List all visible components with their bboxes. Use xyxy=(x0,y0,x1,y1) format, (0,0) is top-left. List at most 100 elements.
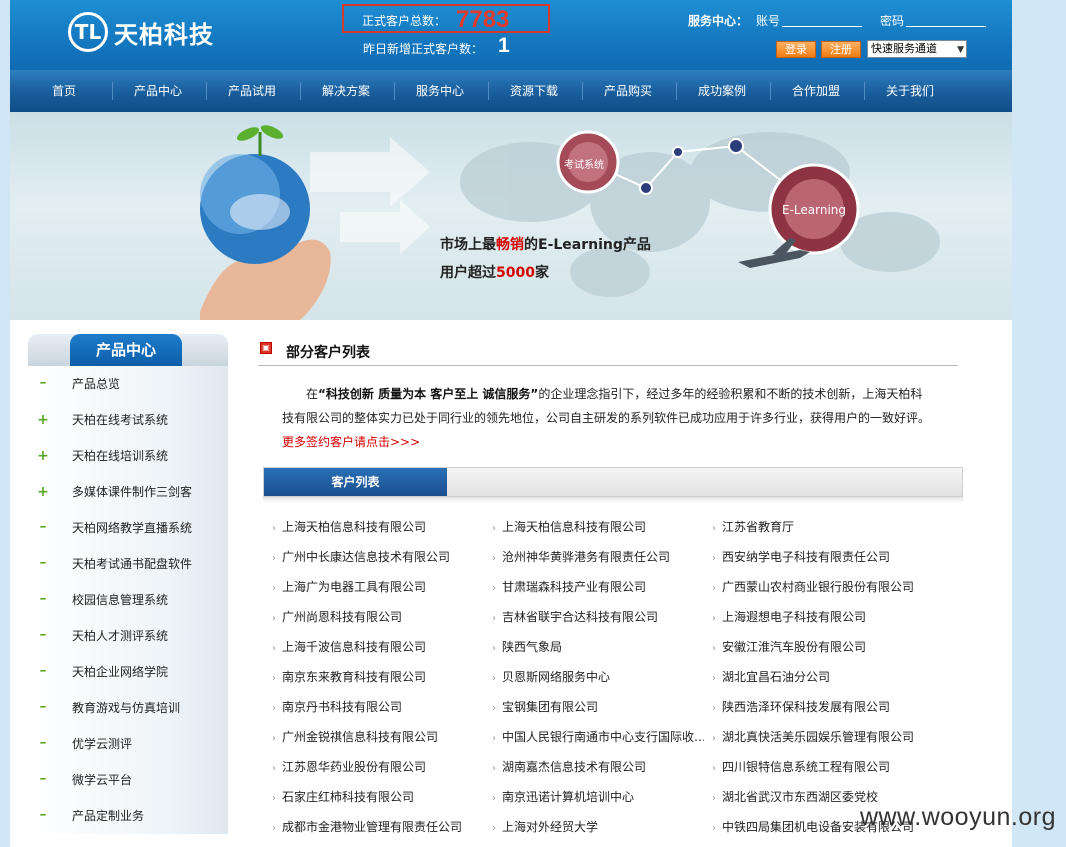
sidebar-item-label: 天柏人才测评系统 xyxy=(72,629,169,643)
elearning-node-label: E-Learning xyxy=(782,203,847,217)
customer-item[interactable]: 上海遐想电子科技有限公司 xyxy=(712,608,924,625)
register-button[interactable]: 注册 xyxy=(821,41,861,58)
slogan-text: 的E-Learning产品 xyxy=(524,237,651,253)
nav-item-products[interactable]: 产品中心 xyxy=(111,70,205,112)
minus-icon: ━ xyxy=(40,703,46,713)
customer-item[interactable]: 广州尚恩科技有限公司 xyxy=(272,608,484,625)
hero-banner[interactable]: 考试系统 E-Learning 市场上最畅销的E-Learning产品 用户超过… xyxy=(10,112,1012,320)
sidebar-item-label: 天柏企业网络学院 xyxy=(72,665,169,679)
customer-item[interactable]: 上海天柏信息科技有限公司 xyxy=(492,518,704,535)
header: TL 天柏科技 正式客户总数： 7783 昨日新增正式客户数： 1 服务中心： … xyxy=(10,0,1012,70)
customer-item[interactable]: 安徽江淮汽车股份有限公司 xyxy=(712,638,924,655)
minus-icon: ━ xyxy=(40,595,46,605)
nav-item-about[interactable]: 关于我们 xyxy=(863,70,957,112)
sidebar-item[interactable]: ━ 天柏人才测评系统 xyxy=(28,618,228,654)
customer-item[interactable]: 西安纳学电子科技有限责任公司 xyxy=(712,548,924,565)
nav-item-trial[interactable]: 产品试用 xyxy=(205,70,299,112)
password-input[interactable] xyxy=(906,26,986,27)
sidebar-item[interactable]: + 天柏在线考试系统 xyxy=(28,402,228,438)
minus-icon: ━ xyxy=(40,811,46,821)
customer-item[interactable]: 江苏省教育厅 xyxy=(712,518,924,535)
customer-item[interactable]: 广西蒙山农村商业银行股份有限公司 xyxy=(712,578,924,595)
sidebar-item[interactable]: ━ 微学云平台 xyxy=(28,762,228,798)
customer-item[interactable]: 广州金锐祺信息科技有限公司 xyxy=(272,728,484,745)
login-button[interactable]: 登录 xyxy=(776,41,816,58)
customer-item[interactable]: 湖北真快活美乐园娱乐管理有限公司 xyxy=(712,728,924,745)
sidebar-list: ━ 产品总览 + 天柏在线考试系统 + 天柏在线培训系统 + 多媒体课件制作三剑客 ━ 天柏网络教… xyxy=(28,366,228,834)
quick-service-select[interactable]: 快速服务通道 ▼ xyxy=(867,40,967,58)
customer-item[interactable]: 湖北宜昌石油分公司 xyxy=(712,668,924,685)
account-input[interactable] xyxy=(782,26,862,27)
sidebar-item-label: 优学云测评 xyxy=(72,737,133,751)
sidebar-item[interactable]: + 天柏在线培训系统 xyxy=(28,438,228,474)
minus-icon: ━ xyxy=(40,523,46,533)
customer-item[interactable]: 广州中长康达信息技术有限公司 xyxy=(272,548,484,565)
customer-item[interactable]: 沧州神华黄骅港务有限责任公司 xyxy=(492,548,704,565)
plus-icon: + xyxy=(37,448,49,464)
sidebar-item[interactable]: ━ 天柏网络教学直播系统 xyxy=(28,510,228,546)
logo-text: 天柏科技 xyxy=(114,20,214,49)
customer-item[interactable]: 上海千波信息科技有限公司 xyxy=(272,638,484,655)
sidebar-item-label: 天柏网络教学直播系统 xyxy=(72,521,193,535)
sidebar-item[interactable]: + 多媒体课件制作三剑客 xyxy=(28,474,228,510)
customer-list-tab[interactable]: 客户列表 xyxy=(264,468,447,496)
customer-item[interactable]: 陕西浩泽环保科技发展有限公司 xyxy=(712,698,924,715)
total-customers-label: 正式客户总数： xyxy=(362,14,447,28)
plus-icon: + xyxy=(37,412,49,428)
minus-icon: ━ xyxy=(40,631,46,641)
minus-icon: ━ xyxy=(40,739,46,749)
nav-item-solutions[interactable]: 解决方案 xyxy=(299,70,393,112)
customer-item[interactable]: 湖南嘉杰信息技术有限公司 xyxy=(492,758,704,775)
customer-item[interactable]: 贝恩斯网络服务中心 xyxy=(492,668,704,685)
customer-item[interactable]: 四川银特信息系统工程有限公司 xyxy=(712,758,924,775)
intro-text: 在 xyxy=(306,387,319,401)
customer-item[interactable]: 甘肃瑞森科技产业有限公司 xyxy=(492,578,704,595)
customer-item[interactable]: 上海广为电器工具有限公司 xyxy=(272,578,484,595)
sidebar-item[interactable]: ━ 校园信息管理系统 xyxy=(28,582,228,618)
customer-item[interactable]: 南京东来教育科技有限公司 xyxy=(272,668,484,685)
nav-item-cases[interactable]: 成功案例 xyxy=(675,70,769,112)
total-customers-value: 7783 xyxy=(456,6,510,33)
nav-item-partners[interactable]: 合作加盟 xyxy=(769,70,863,112)
nav-item-service[interactable]: 服务中心 xyxy=(393,70,487,112)
sidebar-item[interactable]: ━ 优学云测评 xyxy=(28,726,228,762)
sidebar-item[interactable]: ━ 教育游戏与仿真培训 xyxy=(28,690,228,726)
sidebar-item[interactable]: ━ 产品定制业务 xyxy=(28,798,228,834)
customer-item[interactable]: 陕西气象局 xyxy=(492,638,704,655)
nav-item-purchase[interactable]: 产品购买 xyxy=(581,70,675,112)
customer-item[interactable]: 石家庄红柿科技有限公司 xyxy=(272,788,484,805)
sidebar-item[interactable]: ━ 天柏企业网络学院 xyxy=(28,654,228,690)
sidebar-item-label: 天柏在线考试系统 xyxy=(72,413,169,427)
chevron-down-icon: ▼ xyxy=(957,45,964,55)
customer-item[interactable]: 上海对外经贸大学 xyxy=(492,818,704,835)
nav-item-home[interactable]: 首页 xyxy=(17,70,111,112)
product-sidebar: 产品中心 ━ 产品总览 + 天柏在线考试系统 + 天柏在线培训系统 + 多媒体课件制作三剑客 ━… xyxy=(28,334,228,834)
sidebar-item[interactable]: ━ 产品总览 xyxy=(28,366,228,402)
quick-service-value: 快速服务通道 xyxy=(871,42,937,55)
sidebar-item-label: 多媒体课件制作三剑客 xyxy=(72,485,193,499)
customer-item[interactable]: 南京迅诺计算机培训中心 xyxy=(492,788,704,805)
logo-icon: TL xyxy=(68,12,108,52)
customer-item[interactable]: 成都市金港物业管理有限责任公司 xyxy=(272,818,484,835)
customer-item[interactable]: 南京丹书科技有限公司 xyxy=(272,698,484,715)
new-customers-value: 1 xyxy=(498,34,510,57)
customer-item[interactable]: 吉林省联宇合达科技有限公司 xyxy=(492,608,704,625)
more-customers-link[interactable]: 更多签约客户请点击>>> xyxy=(282,435,420,449)
customer-item[interactable]: 江苏恩华药业股份有限公司 xyxy=(272,758,484,775)
customer-item[interactable]: 上海天柏信息科技有限公司 xyxy=(272,518,484,535)
service-center-label: 服务中心： xyxy=(688,14,749,28)
arrow-decor-icon xyxy=(310,137,430,254)
watermark: www.wooyun.org xyxy=(860,803,1056,831)
sidebar-item[interactable]: ━ 天柏考试通书配盘软件 xyxy=(28,546,228,582)
exam-node-label: 考试系统 xyxy=(564,160,604,171)
logo[interactable]: TL 天柏科技 xyxy=(68,12,214,52)
slogan-highlight: 5000 xyxy=(496,265,535,281)
intro-paragraph: 在“科技创新 质量为本 客户至上 诚信服务”的企业理念指引下，经过多年的经验积累… xyxy=(282,382,932,454)
customer-list-header: 客户列表 xyxy=(263,467,963,497)
customer-item[interactable]: 宝钢集团有限公司 xyxy=(492,698,704,715)
minus-icon: ━ xyxy=(40,667,46,677)
slogan-highlight: 畅销 xyxy=(496,237,524,253)
sidebar-title: 产品中心 xyxy=(70,334,182,366)
customer-item[interactable]: 中国人民银行南通市中心支行国际收… xyxy=(492,728,704,745)
nav-item-downloads[interactable]: 资源下载 xyxy=(487,70,581,112)
